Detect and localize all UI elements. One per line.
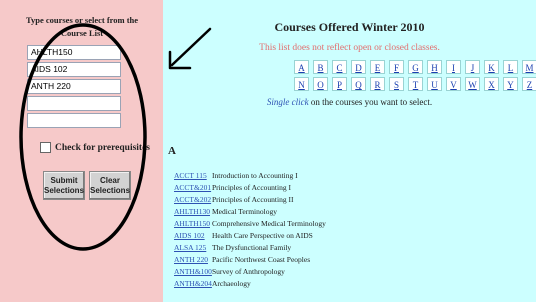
letter-link-l[interactable]: L (503, 60, 518, 74)
course-row: ANTH&100Survey of Anthropology (174, 266, 285, 277)
course-input-3[interactable] (27, 79, 121, 94)
letter-link-x[interactable]: X (484, 77, 499, 91)
letter-link-z[interactable]: Z (522, 77, 536, 91)
letter-link-w[interactable]: W (465, 77, 480, 91)
letter-link-d[interactable]: D (351, 60, 366, 74)
course-name: Medical Terminology (212, 207, 277, 216)
course-name: Survey of Anthropology (212, 267, 285, 276)
letter-link-q[interactable]: Q (351, 77, 366, 91)
course-row: AHLTH130 Medical Terminology (174, 206, 277, 217)
section-heading: A (168, 145, 176, 157)
submit-selections-button[interactable]: Submit Selections (43, 171, 85, 200)
prerequisites-checkbox[interactable] (40, 142, 51, 153)
letter-link-a[interactable]: A (294, 60, 309, 74)
course-name: Comprehensive Medical Terminology (212, 219, 326, 228)
letter-link-m[interactable]: M (522, 60, 536, 74)
letter-link-c[interactable]: C (332, 60, 347, 74)
letter-link-y[interactable]: Y (503, 77, 518, 91)
course-code-link[interactable]: ACCT 115 (174, 170, 212, 181)
letter-link-u[interactable]: U (427, 77, 442, 91)
course-code-link[interactable]: ACCT&201 (174, 182, 212, 193)
course-code-link[interactable]: ANTH&100 (174, 266, 212, 277)
course-name: Health Care Perspective on AIDS (212, 231, 313, 240)
selection-instruction: Single click on the courses you want to … (163, 97, 536, 107)
course-row: ANTH 220 Pacific Northwest Coast Peoples (174, 254, 310, 265)
course-input-4[interactable] (27, 96, 121, 111)
letter-link-o[interactable]: O (313, 77, 328, 91)
letter-link-j[interactable]: J (465, 60, 480, 74)
letter-link-f[interactable]: F (389, 60, 404, 74)
course-entry-title: Type courses or select from the Course L… (25, 15, 139, 38)
course-row: ACCT&201Principles of Accounting I (174, 182, 291, 193)
course-code-link[interactable]: ANTH 220 (174, 254, 212, 265)
course-input-5[interactable] (27, 113, 121, 128)
course-code-link[interactable]: ACCT&202 (174, 194, 212, 205)
catalog-title: Courses Offered Winter 2010 (274, 20, 425, 34)
letter-link-i[interactable]: I (446, 60, 461, 74)
instruction-text: on the courses you want to select. (310, 97, 433, 107)
prerequisites-label: Check for prerequisites (55, 142, 150, 153)
letter-link-r[interactable]: R (370, 77, 385, 91)
letter-link-b[interactable]: B (313, 60, 328, 74)
course-name: Pacific Northwest Coast Peoples (212, 255, 311, 264)
course-name: Principles of Accounting II (212, 195, 294, 204)
letter-link-v[interactable]: V (446, 77, 461, 91)
letter-link-h[interactable]: H (427, 60, 442, 74)
course-name: The Dysfunctional Family (212, 243, 292, 252)
letter-link-g[interactable]: G (408, 60, 423, 74)
letter-link-t[interactable]: T (408, 77, 423, 91)
course-code-link[interactable]: ALSA 125 (174, 242, 212, 253)
letter-link-n[interactable]: N (294, 77, 309, 91)
course-code-link[interactable]: ANTH&204 (174, 278, 212, 289)
course-code-link[interactable]: AHLTH150 (174, 218, 212, 229)
course-name: Archaeology (212, 279, 251, 288)
course-name: Introduction to Accounting I (212, 171, 298, 180)
course-code-link[interactable]: AHLTH130 (174, 206, 212, 217)
course-row: ANTH&204Archaeology (174, 278, 251, 289)
course-row: ACCT&202Principles of Accounting II (174, 194, 293, 205)
letter-link-k[interactable]: K (484, 60, 499, 74)
prerequisites-option[interactable]: Check for prerequisites (40, 142, 150, 153)
availability-notice: This list does not reflect open or close… (259, 43, 440, 53)
letter-link-e[interactable]: E (370, 60, 385, 74)
course-row: AIDS 102 Health Care Perspective on AIDS (174, 230, 313, 241)
letter-link-p[interactable]: P (332, 77, 347, 91)
course-row: ACCT 115 Introduction to Accounting I (174, 170, 298, 181)
course-row: ALSA 125 The Dysfunctional Family (174, 242, 291, 253)
course-input-2[interactable] (27, 62, 121, 77)
instruction-emphasis: Single click (266, 97, 309, 107)
course-input-1[interactable] (27, 45, 121, 60)
letter-link-s[interactable]: S (389, 77, 404, 91)
course-row: AHLTH150 Comprehensive Medical Terminolog… (174, 218, 326, 229)
course-name: Principles of Accounting I (212, 183, 291, 192)
course-code-link[interactable]: AIDS 102 (174, 230, 212, 241)
clear-selections-button[interactable]: Clear Selections (89, 171, 131, 200)
